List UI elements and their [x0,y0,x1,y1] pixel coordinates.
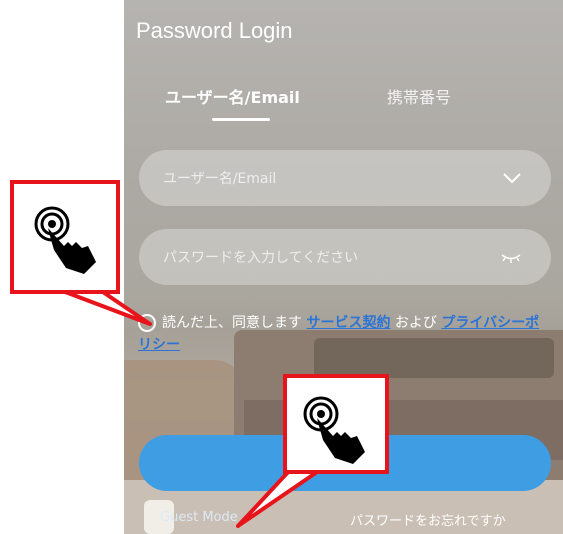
eye-closed-icon[interactable] [499,247,523,271]
tap-callout-consent [10,180,120,294]
active-tab-indicator [212,118,270,121]
consent-middle: および [394,315,437,331]
forgot-password-link[interactable]: パスワードをお忘れですか [350,510,506,529]
tap-callout-guest-mode [283,374,389,474]
username-field[interactable] [139,150,551,208]
consent-radio[interactable] [138,314,156,332]
tap-hand-icon [301,396,373,470]
terms-link[interactable]: サービス契約 [306,315,390,331]
consent-prefix: 読んだ上、同意します [162,315,302,331]
tap-hand-icon [32,206,104,280]
guest-mode-link[interactable]: Guest Mode [160,510,238,525]
chevron-down-icon[interactable] [501,168,523,192]
page-title: Password Login [136,18,293,43]
tab-username-email[interactable]: ユーザー名/Email [165,84,300,108]
username-input[interactable] [161,150,485,208]
tab-phone-number[interactable]: 携帯番号 [387,84,451,108]
consent-row: 読んだ上、同意します サービス契約 および プライバシーポリシー [138,312,548,356]
password-field[interactable] [139,229,551,287]
password-input[interactable] [161,229,485,287]
